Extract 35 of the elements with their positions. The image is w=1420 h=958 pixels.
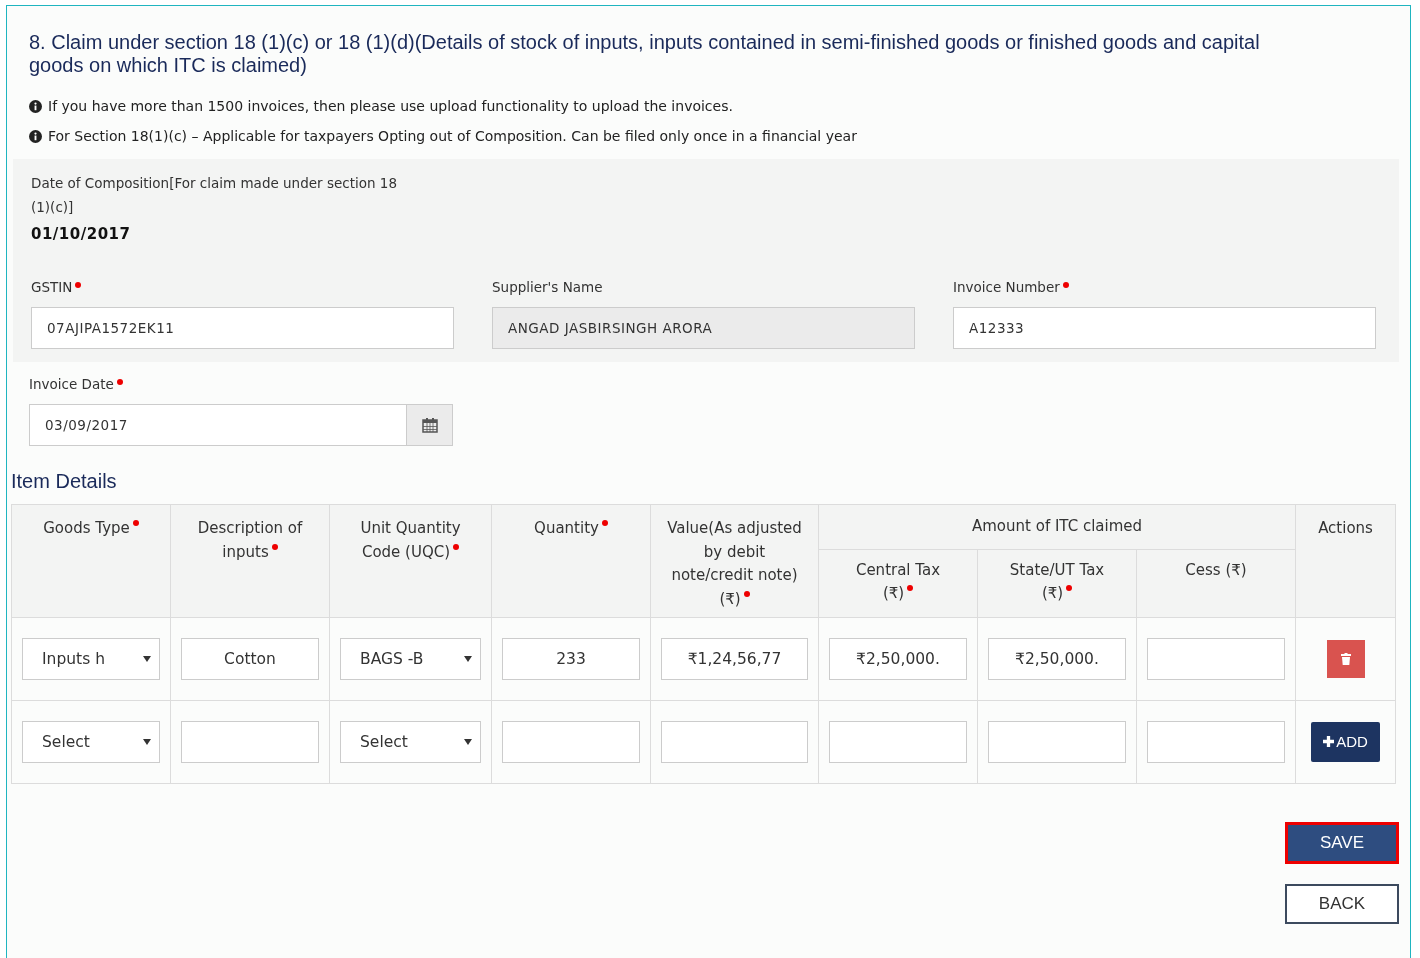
dropdown[interactable]: Inputs h bbox=[22, 637, 160, 680]
input-field[interactable]: ₹1,24,56,77 bbox=[661, 637, 808, 680]
add-button[interactable]: ADD bbox=[1311, 721, 1380, 762]
field-label: Invoice Date bbox=[29, 376, 114, 392]
column-header: Description of inputs bbox=[170, 504, 330, 617]
column-header: Cess (₹) bbox=[1136, 549, 1296, 617]
date-field[interactable]: 03/09/2017 bbox=[29, 404, 407, 446]
column-header: State/UT Tax (₹) bbox=[977, 549, 1137, 617]
field-label: Invoice Number bbox=[953, 279, 1060, 295]
input-field[interactable]: A12333 bbox=[953, 307, 1376, 349]
input-field[interactable]: ₹2,50,000. bbox=[829, 637, 967, 680]
section-title: 8. Claim under section 18 (1)(c) or 18 (1)(d)(Details of stock of inputs, inputs contained in semi-finished goods or finished goods and capital goods on which ITC is claimed) bbox=[28, 30, 1261, 78]
item-details-title: Item Details bbox=[11, 470, 118, 493]
input-field[interactable]: ₹2,50,000. bbox=[988, 637, 1126, 680]
column-header: Unit Quantity Code (UQC) bbox=[329, 504, 492, 617]
column-group-header: Amount of ITC claimed bbox=[818, 504, 1296, 549]
info-note: For Section 18(1)(c) – Applicable for taxpayers Opting out of Composition. Can be filed only once in a financial year bbox=[48, 128, 857, 144]
composition-date: 01/10/2017 bbox=[31, 225, 132, 243]
input-field[interactable]: 07AJIPA1572EK11 bbox=[31, 307, 454, 349]
back-button[interactable]: BACK bbox=[1285, 883, 1399, 924]
column-header: Actions bbox=[1295, 504, 1396, 617]
save-button[interactable]: SAVE bbox=[1285, 821, 1399, 864]
field-label: GSTIN bbox=[31, 279, 73, 295]
input-field[interactable]: Cotton bbox=[181, 637, 319, 680]
info-note: If you have more than 1500 invoices, then please use upload functionality to upload the invoices. bbox=[48, 98, 733, 114]
dropdown[interactable]: Select bbox=[22, 720, 160, 763]
column-header: Goods Type bbox=[11, 504, 171, 617]
dropdown[interactable]: BAGS -B bbox=[340, 637, 481, 680]
field-label: Supplier's Name bbox=[492, 279, 603, 295]
field-label: Date of Composition[For claim made under section 18 (1)(c)] bbox=[31, 174, 398, 217]
column-header: Quantity bbox=[491, 504, 651, 617]
column-header: Central Tax (₹) bbox=[818, 549, 978, 617]
column-header: Value(As adjusted by debit note/credit note)(₹) bbox=[650, 504, 819, 617]
dropdown[interactable]: Select bbox=[340, 720, 481, 763]
input-field[interactable]: 233 bbox=[502, 637, 640, 680]
